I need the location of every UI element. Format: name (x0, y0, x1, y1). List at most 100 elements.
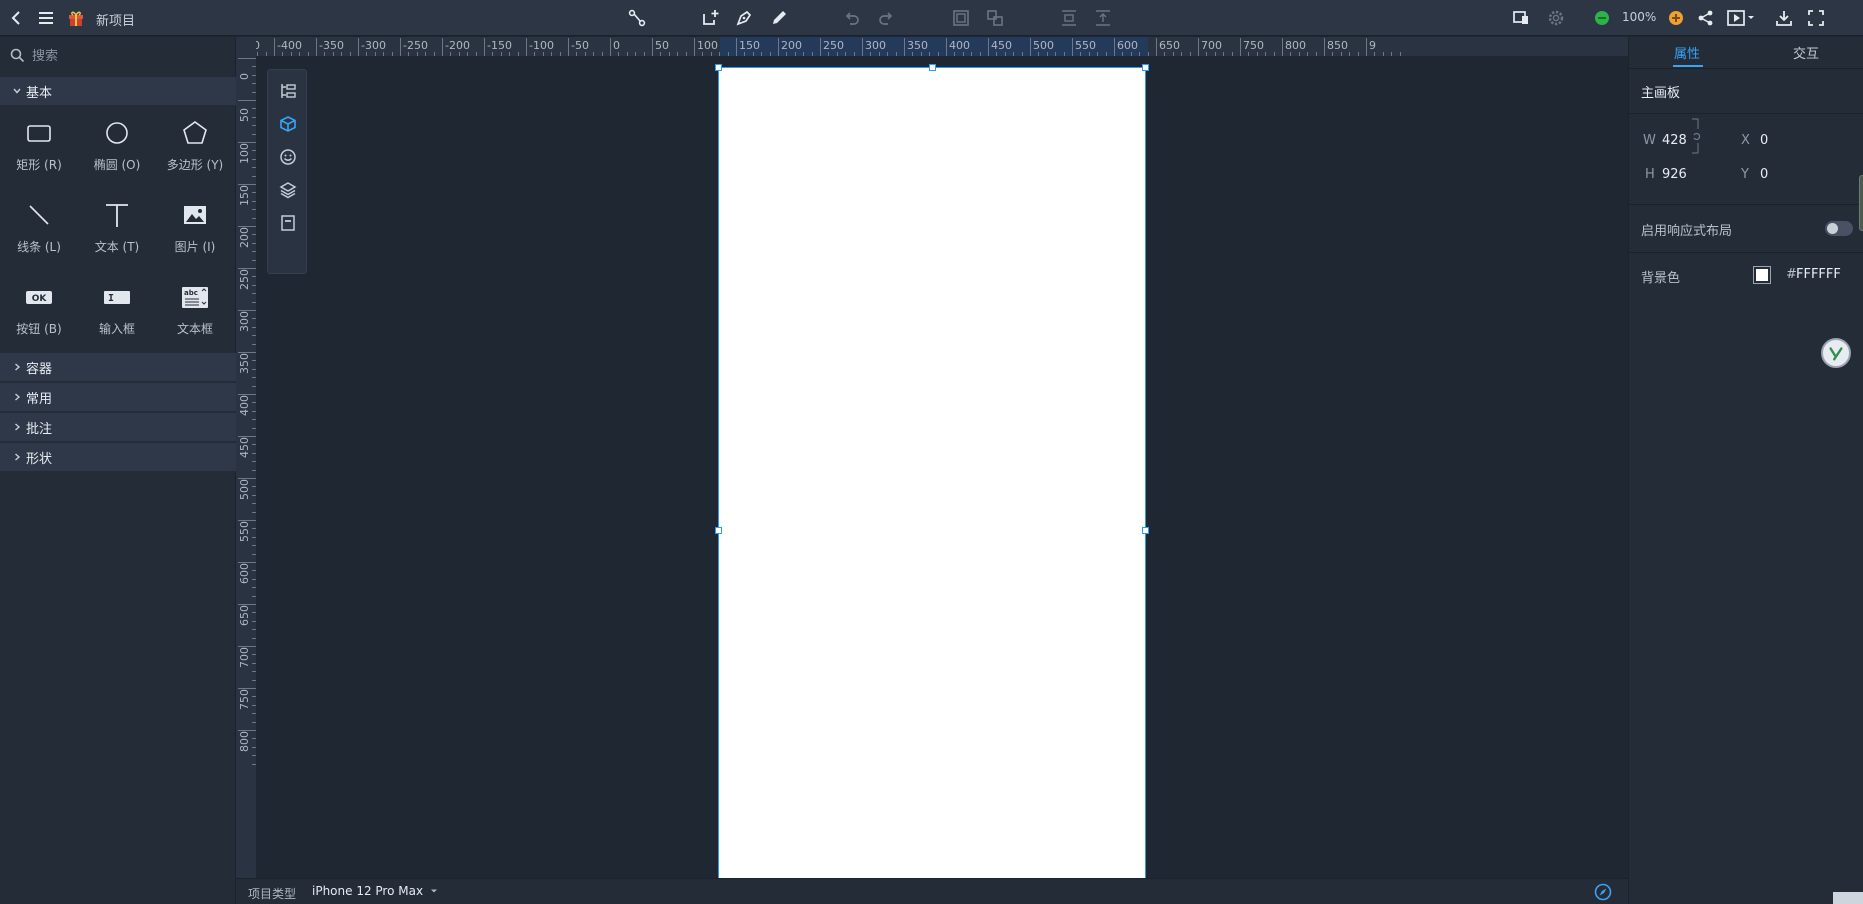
tool-rectangle[interactable]: 矩形 (R) (0, 112, 78, 182)
distribute-vertical-alt-icon[interactable] (1091, 6, 1115, 30)
chevron-right-icon (15, 363, 21, 371)
category-common[interactable]: 常用 (0, 383, 236, 412)
resize-handle-right[interactable] (1142, 527, 1149, 534)
emoji-icon[interactable] (278, 147, 298, 167)
ruler-label: -250 (403, 39, 428, 52)
tool-button[interactable]: OK 按钮 (B) (0, 276, 78, 346)
canvas[interactable] (256, 56, 1628, 878)
redo-icon[interactable] (874, 6, 898, 30)
button-icon-glyph: OK (32, 294, 48, 304)
x-input[interactable]: 0 (1760, 133, 1768, 148)
tab-interaction[interactable]: 交互 (1793, 43, 1819, 62)
ruler-tick (316, 38, 317, 56)
responsive-layout-toggle[interactable] (1825, 221, 1853, 236)
zoom-in-icon[interactable] (1664, 6, 1688, 30)
pencil-icon[interactable] (767, 6, 791, 30)
group-icon[interactable] (949, 6, 973, 30)
resize-handle-left[interactable] (715, 527, 722, 534)
connection-nodes-icon[interactable] (625, 6, 649, 30)
ruler-tick (1198, 38, 1199, 56)
width-input[interactable]: 428 (1662, 133, 1687, 148)
device-name: iPhone 12 Pro Max (312, 884, 424, 898)
components-cube-icon[interactable] (278, 114, 298, 134)
category-annotation[interactable]: 批注 (0, 413, 236, 442)
undo-icon[interactable] (840, 6, 864, 30)
hamburger-menu-icon[interactable] (34, 6, 58, 30)
background-color-swatch[interactable] (1753, 266, 1771, 284)
tool-input[interactable]: I 输入框 (78, 276, 156, 346)
ruler-tick (526, 38, 527, 56)
compass-icon[interactable] (1594, 883, 1612, 901)
horizontal-ruler[interactable]: -450 -400 -350 -300 -250 -200 -150 -100 -50 0 50 10… (256, 37, 1628, 56)
artboard[interactable] (715, 64, 1149, 878)
background-color-input[interactable]: FFFFFF (1796, 267, 1841, 282)
ruler-tick (238, 100, 256, 101)
master-page-icon[interactable] (278, 213, 298, 233)
tool-polygon[interactable]: 多边形 (Y) (156, 112, 234, 182)
chevron-left-icon[interactable] (4, 6, 28, 30)
ruler-tick (568, 38, 569, 56)
outline-tree-icon[interactable] (278, 81, 298, 101)
ruler-label: 400 (949, 39, 970, 52)
tool-image[interactable]: 图片 (I) (156, 194, 234, 264)
ruler-label: 600 (238, 563, 251, 584)
fullscreen-icon[interactable] (1804, 6, 1828, 30)
ruler-tick (904, 38, 905, 56)
category-container[interactable]: 容器 (0, 353, 236, 382)
share-icon[interactable] (1694, 6, 1718, 30)
image-icon (180, 200, 210, 230)
gift-box-icon[interactable] (64, 6, 88, 30)
add-frame-icon[interactable] (698, 6, 722, 30)
device-select[interactable]: iPhone 12 Pro Max (312, 884, 439, 898)
textarea-icon: abc (180, 282, 210, 312)
active-tab-indicator (1673, 65, 1703, 67)
height-input[interactable]: 926 (1662, 167, 1687, 182)
resize-handle-top-right[interactable] (1142, 64, 1149, 71)
tab-properties[interactable]: 属性 (1674, 43, 1700, 62)
zoom-out-icon[interactable] (1590, 6, 1614, 30)
play-preview-icon[interactable] (1724, 6, 1760, 30)
ruler-label: -350 (319, 39, 344, 52)
tool-text[interactable]: 文本 (T) (78, 194, 156, 264)
ungroup-icon[interactable] (983, 6, 1007, 30)
vertical-ruler[interactable]: 0 50 100 150 200 250 300 350 400 450 500 550 600 650 7… (236, 56, 256, 878)
category-shapes[interactable]: 形状 (0, 443, 236, 472)
ruler-corner (236, 37, 256, 56)
project-name[interactable]: 新项目 (96, 10, 135, 29)
ruler-tick (1030, 38, 1031, 56)
settings-icon[interactable] (1544, 6, 1568, 30)
ruler-label: 250 (823, 39, 844, 52)
tool-ellipse[interactable]: 椭圆 (O) (78, 112, 156, 182)
button-icon: OK (24, 282, 54, 312)
chevron-right-icon (15, 453, 21, 461)
device-preview-icon[interactable] (1509, 6, 1533, 30)
ruler-label: 150 (739, 39, 760, 52)
y-input[interactable]: 0 (1760, 167, 1768, 182)
resize-handle-top[interactable] (929, 64, 936, 71)
ruler-tick (862, 38, 863, 56)
side-drawer-handle[interactable] (1859, 175, 1863, 231)
ruler-tick (610, 38, 611, 56)
pen-tool-icon[interactable] (732, 6, 756, 30)
category-basic[interactable]: 基本 (0, 77, 236, 106)
layers-icon[interactable] (278, 180, 298, 200)
assistant-icon[interactable] (1821, 338, 1851, 368)
floating-panel-toolbar (267, 69, 307, 274)
project-type-label: 项目类型 (248, 887, 297, 901)
search-input[interactable] (32, 45, 222, 67)
tool-line[interactable]: 线条 (L) (0, 194, 78, 264)
zoom-level[interactable]: 100% (1622, 10, 1656, 24)
ruler-tick (946, 38, 947, 56)
ruler-tick (238, 58, 256, 59)
ruler-label: 300 (865, 39, 886, 52)
toggle-knob (1827, 223, 1838, 234)
ruler-tick (1366, 38, 1367, 56)
height-label: H (1645, 167, 1655, 182)
download-icon[interactable] (1772, 6, 1796, 30)
aspect-lock-icon[interactable] (1690, 117, 1704, 155)
width-label: W (1643, 133, 1656, 148)
distribute-vertical-icon[interactable] (1057, 6, 1081, 30)
corner-widget[interactable] (1833, 892, 1863, 904)
resize-handle-top-left[interactable] (715, 64, 722, 71)
tool-textarea[interactable]: abc 文本框 (156, 276, 234, 346)
